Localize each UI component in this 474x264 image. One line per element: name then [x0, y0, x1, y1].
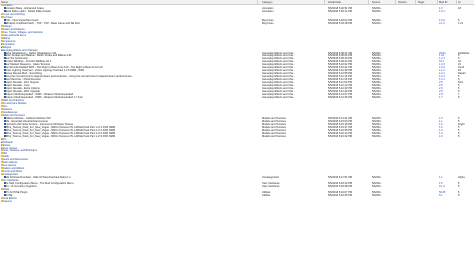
folder-icon — [1, 164, 4, 167]
enable-checkbox[interactable] — [4, 191, 6, 194]
enable-checkbox[interactable] — [4, 69, 6, 72]
folder-icon — [1, 158, 4, 161]
folder-icon — [1, 30, 4, 33]
folder-icon — [1, 199, 4, 202]
folder-icon — [1, 104, 4, 107]
separator-row[interactable]: ▸Weapons — [0, 199, 474, 203]
enable-checkbox[interactable] — [4, 81, 6, 84]
folder-icon — [1, 170, 4, 173]
enable-checkbox[interactable] — [4, 93, 6, 96]
enable-checkbox[interactable] — [4, 51, 6, 54]
enable-checkbox[interactable] — [4, 78, 6, 81]
enable-checkbox[interactable] — [4, 60, 6, 63]
enable-checkbox[interactable] — [4, 128, 6, 131]
enable-checkbox[interactable] — [4, 90, 6, 93]
folder-icon — [1, 4, 4, 6]
row-name-cell: ▸Weapons — [1, 199, 257, 203]
mod-manager-window: Name Category Install Date Source Versio… — [0, 0, 474, 264]
folder-icon — [1, 39, 4, 42]
enable-checkbox[interactable] — [4, 185, 6, 188]
folder-icon — [1, 12, 4, 15]
enable-checkbox[interactable] — [4, 182, 6, 185]
enable-checkbox[interactable] — [4, 134, 6, 137]
folder-icon — [1, 101, 4, 104]
folder-icon — [1, 15, 4, 18]
enable-checkbox[interactable] — [4, 122, 6, 125]
enable-checkbox[interactable] — [4, 18, 6, 21]
enable-checkbox[interactable] — [4, 176, 6, 179]
folder-icon — [1, 173, 4, 176]
enable-checkbox[interactable] — [4, 72, 6, 75]
folder-icon — [1, 107, 4, 110]
folder-icon — [1, 110, 4, 113]
folder-icon — [1, 196, 4, 199]
enable-checkbox[interactable] — [4, 75, 6, 78]
enable-checkbox[interactable] — [4, 57, 6, 60]
folder-icon — [1, 167, 4, 170]
enable-checkbox[interactable] — [4, 116, 6, 119]
folder-icon — [1, 24, 4, 27]
enable-checkbox[interactable] — [4, 9, 6, 12]
enable-checkbox[interactable] — [4, 54, 6, 57]
folder-icon — [1, 161, 4, 164]
mod-list: ▸AnimationAnimation Base - Enhanced Gras… — [0, 4, 474, 203]
enable-checkbox[interactable] — [4, 66, 6, 69]
enable-checkbox[interactable] — [4, 21, 6, 24]
enable-checkbox[interactable] — [4, 6, 6, 9]
enable-checkbox[interactable] — [4, 194, 6, 196]
enable-checkbox[interactable] — [4, 84, 6, 87]
enable-checkbox[interactable] — [4, 96, 6, 99]
folder-icon — [1, 36, 4, 39]
enable-checkbox[interactable] — [4, 87, 6, 90]
folder-icon — [1, 27, 4, 30]
folder-icon — [1, 99, 4, 101]
enable-checkbox[interactable] — [4, 125, 6, 128]
enable-checkbox[interactable] — [4, 63, 6, 66]
enable-checkbox[interactable] — [4, 131, 6, 134]
folder-icon — [1, 113, 4, 116]
enable-checkbox[interactable] — [4, 119, 6, 122]
folder-icon — [1, 33, 4, 36]
folder-icon — [1, 188, 4, 190]
